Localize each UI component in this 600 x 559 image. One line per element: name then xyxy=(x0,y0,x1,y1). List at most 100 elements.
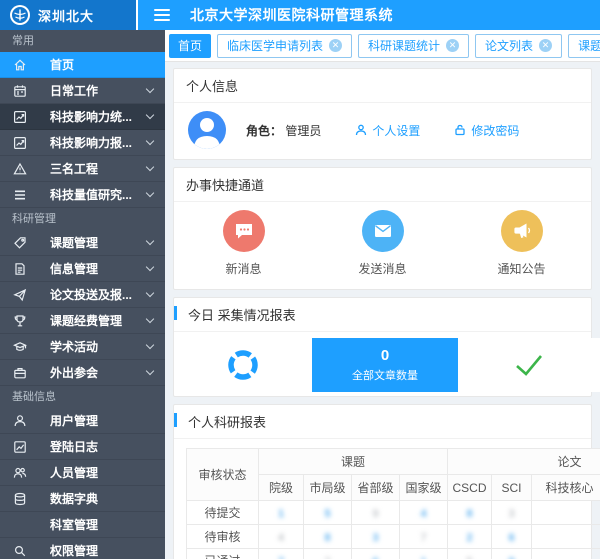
row-header: 已通过 xyxy=(187,549,259,559)
home-icon xyxy=(12,57,28,73)
sidebar-item-label: 用户管理 xyxy=(50,412,98,429)
blurred-value-cell[interactable]: 3 xyxy=(492,501,532,525)
sidebar-item-label: 权限管理 xyxy=(50,542,98,559)
person-icon xyxy=(355,124,367,136)
sidebar-section-label: 常用 xyxy=(0,30,165,52)
sidebar-item[interactable]: 论文投送及报... xyxy=(0,282,165,308)
sidebar-item-label: 科室管理 xyxy=(50,516,98,533)
tab-item[interactable]: 课题费用报表✕ xyxy=(568,34,600,58)
blurred-value-cell[interactable]: 4 xyxy=(532,549,600,559)
sidebar-item[interactable]: 数据字典 xyxy=(0,486,165,512)
check-cell xyxy=(458,338,600,392)
list-icon xyxy=(12,187,28,203)
blurred-value-cell[interactable]: 2 xyxy=(448,525,492,549)
tab-item[interactable]: 科研课题统计✕ xyxy=(358,34,469,58)
sidebar-item[interactable]: 用户管理 xyxy=(0,408,165,434)
sidebar-item[interactable]: 课题经费管理 xyxy=(0,308,165,334)
blurred-value-cell[interactable]: 9 xyxy=(352,501,400,525)
role-label: 角色： xyxy=(246,124,282,138)
sidebar-item-label: 科技影响力统... xyxy=(50,108,132,125)
sidebar-item-label: 课题经费管理 xyxy=(50,312,122,329)
quick-item[interactable]: 通知公告 xyxy=(452,210,591,277)
envelope-icon xyxy=(362,210,404,252)
sidebar-item[interactable]: 首页 xyxy=(0,52,165,78)
sidebar-item[interactable]: 日常工作 xyxy=(0,78,165,104)
today-report-title: 今日 采集情况报表 xyxy=(174,298,591,332)
blurred-value-cell[interactable]: 6 xyxy=(492,525,532,549)
none xyxy=(12,517,28,533)
row-header: 待提交 xyxy=(187,501,259,525)
blurred-value-cell[interactable]: 6 xyxy=(352,549,400,559)
sidebar-item[interactable]: 人员管理 xyxy=(0,460,165,486)
tab-label: 首页 xyxy=(178,37,202,54)
sidebar-item-label: 信息管理 xyxy=(50,260,98,277)
stat-label: 全部文章数量 xyxy=(352,367,418,383)
hamburger-menu-icon[interactable] xyxy=(154,6,170,24)
avatar xyxy=(188,111,226,149)
quick-item-label: 发送消息 xyxy=(358,260,406,277)
column-header: 院级 xyxy=(259,475,304,501)
sidebar-item[interactable]: 课题管理 xyxy=(0,230,165,256)
blurred-value-cell[interactable]: 5 xyxy=(304,501,352,525)
sidebar-item[interactable]: 学术活动 xyxy=(0,334,165,360)
chevron-down-icon xyxy=(146,236,154,244)
briefcase-icon xyxy=(12,365,28,381)
tab-close-icon[interactable]: ✕ xyxy=(329,39,342,52)
column-header: CSCD xyxy=(448,475,492,501)
sidebar-item[interactable]: 科技量值研究... xyxy=(0,182,165,208)
tab-item[interactable]: 临床医学申请列表✕ xyxy=(217,34,352,58)
tab-bar: 首页临床医学申请列表✕科研课题统计✕论文列表✕课题费用报表✕用户列表✕ xyxy=(165,30,600,62)
tab-item[interactable]: 论文列表✕ xyxy=(475,34,562,58)
quick-item[interactable]: 发送消息 xyxy=(313,210,452,277)
tag-icon xyxy=(12,235,28,251)
sidebar-item-label: 科技影响力报... xyxy=(50,134,132,151)
sidebar-item[interactable]: 外出参会 xyxy=(0,360,165,386)
sidebar-item[interactable]: 科技影响力统... xyxy=(0,104,165,130)
chevron-down-icon xyxy=(146,262,154,270)
research-report-card: 个人科研报表 审核状态课题论文院级市局级省部级国家级CSCDSCI科技核心（统计… xyxy=(173,404,592,559)
trophy-icon xyxy=(12,313,28,329)
blurred-value-cell[interactable]: 8 xyxy=(304,525,352,549)
sidebar-item-label: 人员管理 xyxy=(50,464,98,481)
column-header: 科技核心（统计源）期刊 xyxy=(532,475,600,501)
table-row: 待提交1594837 xyxy=(187,501,600,525)
blurred-value-cell[interactable]: 1 xyxy=(532,525,600,549)
personal-settings-link[interactable]: 个人设置 xyxy=(355,122,420,139)
blurred-value-cell[interactable]: 3 xyxy=(352,525,400,549)
sidebar-item[interactable]: 三名工程 xyxy=(0,156,165,182)
sidebar-item-label: 课题管理 xyxy=(50,234,98,251)
tab-item[interactable]: 首页 xyxy=(169,34,211,58)
blurred-value-cell[interactable]: 7 xyxy=(259,549,304,559)
blurred-value-cell[interactable]: 2 xyxy=(304,549,352,559)
blurred-value-cell[interactable]: 4 xyxy=(400,501,448,525)
sidebar-item[interactable]: 信息管理 xyxy=(0,256,165,282)
sidebar-item[interactable]: 权限管理 xyxy=(0,538,165,559)
logo-area: 深圳北大 xyxy=(0,0,138,30)
quick-item[interactable]: 新消息 xyxy=(174,210,313,277)
warning-icon xyxy=(12,161,28,177)
blurred-value-cell[interactable]: 9 xyxy=(492,549,532,559)
sidebar-item[interactable]: 科技影响力报... xyxy=(0,130,165,156)
quick-access-title: 办事快捷通道 xyxy=(174,168,591,202)
change-password-link[interactable]: 修改密码 xyxy=(454,122,519,139)
tab-label: 课题费用报表 xyxy=(578,37,600,54)
blurred-value-cell[interactable]: 1 xyxy=(400,549,448,559)
sidebar-item-label: 论文投送及报... xyxy=(50,286,132,303)
blurred-value-cell[interactable]: 7 xyxy=(532,501,600,525)
sidebar-item-label: 科技量值研究... xyxy=(50,186,132,203)
blurred-value-cell[interactable]: 1 xyxy=(259,501,304,525)
tab-close-icon[interactable]: ✕ xyxy=(539,39,552,52)
app-title: 北京大学深圳医院科研管理系统 xyxy=(190,5,393,25)
sidebar-item[interactable]: 登陆日志 xyxy=(0,434,165,460)
blurred-value-cell[interactable]: 5 xyxy=(448,549,492,559)
blurred-value-cell[interactable]: 7 xyxy=(400,525,448,549)
sidebar-item[interactable]: 科室管理 xyxy=(0,512,165,538)
users-icon xyxy=(12,465,28,481)
tab-close-icon[interactable]: ✕ xyxy=(446,39,459,52)
sidebar-item-label: 学术活动 xyxy=(50,338,98,355)
report-table: 审核状态课题论文院级市局级省部级国家级CSCDSCI科技核心（统计源）期刊待提交… xyxy=(186,448,600,559)
blurred-value-cell[interactable]: 4 xyxy=(259,525,304,549)
sidebar-item-label: 三名工程 xyxy=(50,160,98,177)
sidebar-item-label: 登陆日志 xyxy=(50,438,98,455)
blurred-value-cell[interactable]: 8 xyxy=(448,501,492,525)
